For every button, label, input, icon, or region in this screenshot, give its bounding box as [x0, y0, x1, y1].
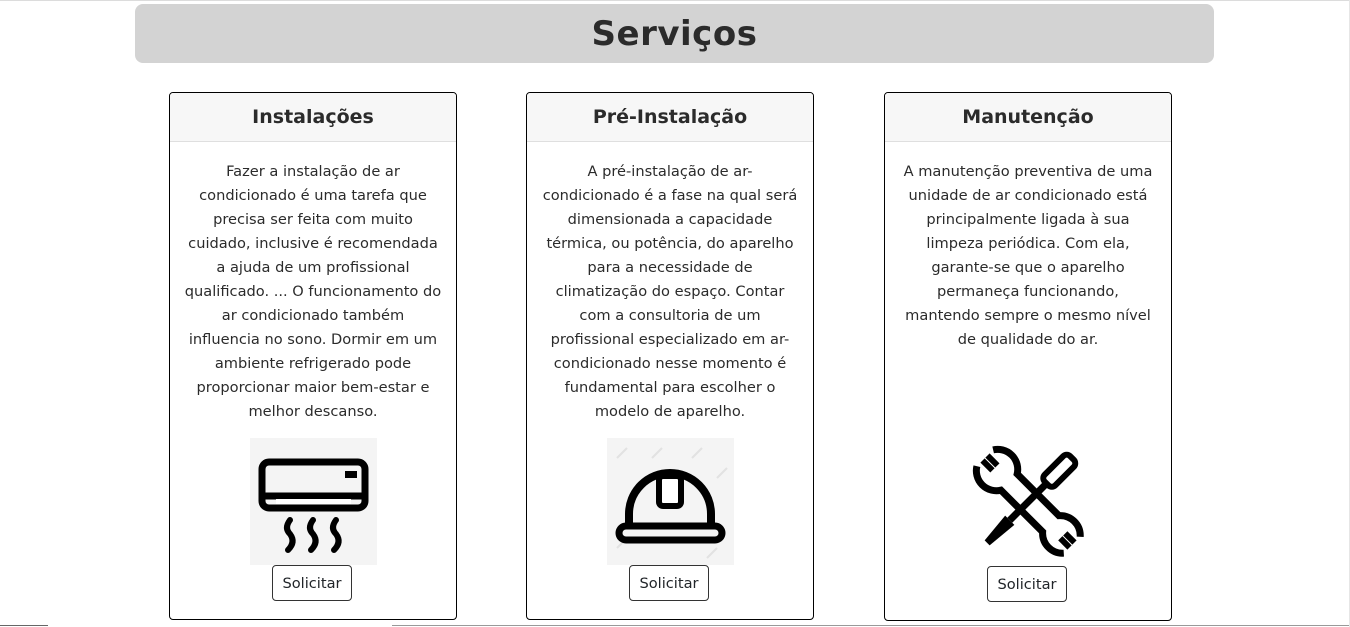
card-description: A pré-instalação de ar-condicionado é a … — [542, 163, 798, 420]
card-body: Fazer a instalação de ar condicionado é … — [170, 142, 456, 424]
request-button[interactable]: Solicitar — [987, 566, 1067, 602]
footer-divider — [392, 625, 1350, 626]
card-description: Fazer a instalação de ar condicionado é … — [184, 163, 442, 420]
top-border — [0, 0, 1350, 1]
request-button[interactable]: Solicitar — [272, 565, 352, 601]
service-card-pre-installation: Pré-Instalação A pré-instalação de ar-co… — [526, 92, 814, 620]
card-body: A manutenção preventiva de uma unidade d… — [885, 142, 1171, 352]
card-header: Instalações — [170, 93, 456, 142]
card-description: A manutenção preventiva de uma unidade d… — [903, 163, 1153, 348]
wrench-screwdriver-icon — [965, 438, 1092, 565]
footer-divider — [0, 625, 48, 626]
service-card-installations: Instalações Fazer a instalação de ar con… — [169, 92, 457, 620]
page-title: Serviços — [591, 13, 758, 54]
hard-hat-icon — [607, 438, 734, 565]
card-header: Pré-Instalação — [527, 93, 813, 142]
card-header: Manutenção — [885, 93, 1171, 142]
card-body: A pré-instalação de ar-condicionado é a … — [527, 142, 813, 424]
air-conditioner-icon — [250, 438, 377, 565]
card-title: Manutenção — [962, 106, 1094, 128]
service-card-maintenance: Manutenção A manutenção preventiva de um… — [884, 92, 1172, 621]
card-title: Instalações — [252, 106, 374, 128]
request-button[interactable]: Solicitar — [629, 565, 709, 601]
card-title: Pré-Instalação — [592, 106, 748, 128]
services-banner: Serviços — [135, 4, 1214, 63]
